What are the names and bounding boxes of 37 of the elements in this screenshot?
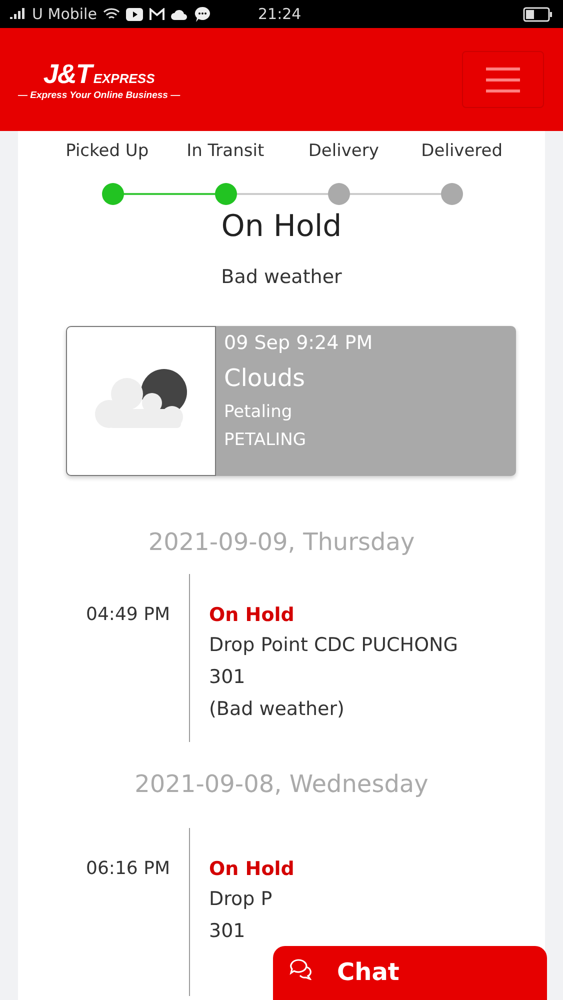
weather-condition: Clouds (224, 364, 306, 392)
date-heading: 2021-09-09, Thursday (147, 528, 416, 556)
status-title: On Hold (220, 209, 343, 244)
event-status: On Hold (209, 858, 296, 880)
event-status: On Hold (209, 604, 296, 626)
battery-icon (523, 6, 553, 22)
event-detail: 301 (209, 920, 246, 942)
event-detail: 301 (209, 666, 246, 688)
event-time: 06:16 PM (85, 857, 170, 881)
wifi-icon (102, 7, 120, 21)
logo-tagline: — Express Your Online Business — (18, 90, 180, 100)
mail-icon (148, 8, 165, 20)
carrier-name: U Mobile (32, 5, 97, 23)
chat-bubble-icon (194, 6, 211, 22)
event-detail: Drop P (209, 888, 274, 910)
menu-button[interactable] (462, 51, 544, 108)
logo-suffix: EXPRESS (93, 70, 155, 86)
date-heading: 2021-09-08, Wednesday (134, 770, 430, 798)
step-label: Delivered (420, 140, 504, 161)
chat-bubbles-icon (289, 958, 313, 980)
status-reason: Bad weather (220, 266, 343, 288)
event-detail: Drop Point CDC PUCHONG (209, 634, 459, 656)
cloud-icon (170, 8, 188, 20)
chat-button[interactable]: Chat (273, 946, 547, 1000)
clock-time: 21:24 (258, 5, 302, 23)
event-detail: (Bad weather) (209, 698, 346, 720)
step-label: In Transit (186, 140, 266, 161)
step-label: Picked Up (64, 140, 150, 161)
weather-datetime: 09 Sep 9:24 PM (224, 332, 373, 354)
logo-text: J&T (43, 58, 92, 90)
menu-icon (486, 66, 520, 92)
video-play-icon (126, 8, 143, 20)
weather-area: Petaling (224, 402, 373, 422)
signal-icon (10, 7, 26, 21)
weather-district: PETALING (224, 430, 308, 450)
event-time: 04:49 PM (85, 603, 170, 627)
step-label: Delivery (307, 140, 380, 161)
